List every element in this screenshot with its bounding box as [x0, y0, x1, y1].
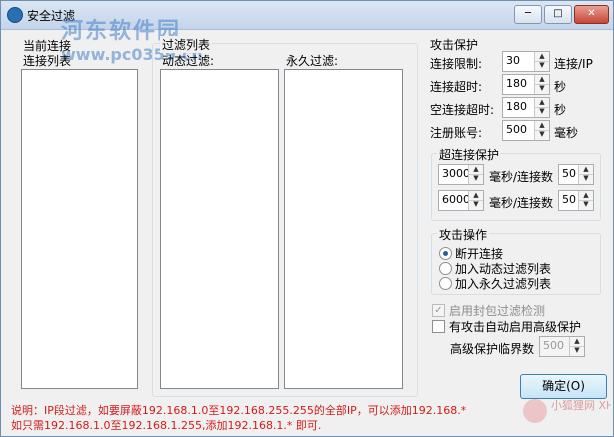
close-button[interactable]: ✕ [574, 5, 609, 24]
super-count-value-1: 50 [562, 167, 576, 180]
threshold-value: 500 [543, 339, 564, 352]
security-filter-window: 安全过滤 ─ □ ✕ 河东软件园 www.pc0359.cn 当前连接 连接列表… [0, 0, 614, 437]
register-account-spinner[interactable]: 500 ▲ ▼ [502, 120, 550, 141]
add-dynamic-radio[interactable] [439, 262, 452, 275]
super-ms-spinner-2[interactable]: 6000 ▲ ▼ [438, 190, 484, 211]
connection-list[interactable] [21, 69, 138, 389]
spin-down-icon[interactable]: ▼ [469, 174, 483, 183]
idle-timeout-unit: 秒 [554, 103, 567, 117]
maximize-button[interactable]: □ [544, 5, 572, 24]
super-ms-spinner-1[interactable]: 3000 ▲ ▼ [438, 164, 484, 185]
idle-timeout-label: 空连接超时: [430, 103, 495, 117]
connection-limit-spinner[interactable]: 30 ▲ ▼ [502, 51, 550, 72]
dynamic-filter-list[interactable] [160, 69, 279, 389]
super-count-spinner-1[interactable]: 50 ▲ ▼ [558, 164, 594, 185]
super-count-value-2: 50 [562, 193, 576, 206]
super-unit-label-2: 毫秒/连接数 [489, 196, 554, 210]
connection-limit-unit: 连接/IP [554, 57, 593, 71]
note-line-2: 如只需192.168.1.0至192.168.1.255,添加192.168.1… [11, 419, 322, 432]
add-permanent-radio[interactable] [439, 277, 452, 290]
connection-timeout-value: 180 [506, 77, 527, 90]
attack-protection-title: 攻击保护 [430, 38, 479, 52]
connection-timeout-spinner[interactable]: 180 ▲ ▼ [502, 74, 550, 95]
threshold-label: 高级保护临界数 [450, 342, 535, 356]
disconnect-radio[interactable] [439, 247, 452, 260]
packet-filter-label: 启用封包过滤检测 [449, 304, 546, 318]
add-permanent-label: 加入永久过滤列表 [455, 277, 552, 291]
threshold-spinner[interactable]: 500 ▲ ▼ [539, 336, 585, 357]
spin-down-icon[interactable]: ▼ [535, 130, 549, 139]
register-account-unit: 毫秒 [554, 126, 579, 140]
spin-down-icon[interactable]: ▼ [535, 61, 549, 70]
attack-action-title: 攻击操作 [437, 226, 490, 243]
super-ms-value-1: 3000 [442, 167, 470, 180]
spin-down-icon[interactable]: ▼ [570, 346, 584, 355]
connection-limit-label: 连接限制: [430, 57, 483, 71]
spin-down-icon[interactable]: ▼ [579, 174, 593, 183]
connection-list-label: 连接列表 [23, 54, 72, 68]
register-account-label: 注册账号: [430, 126, 483, 140]
spin-down-icon[interactable]: ▼ [535, 107, 549, 116]
auto-advanced-checkbox[interactable] [432, 320, 445, 333]
super-ms-value-2: 6000 [442, 193, 470, 206]
idle-timeout-spinner[interactable]: 180 ▲ ▼ [502, 97, 550, 118]
connection-timeout-label: 连接超时: [430, 80, 483, 94]
packet-filter-checkbox[interactable]: ✓ [432, 304, 445, 317]
connection-timeout-unit: 秒 [554, 80, 567, 94]
idle-timeout-value: 180 [506, 100, 527, 113]
spin-down-icon[interactable]: ▼ [535, 84, 549, 93]
filter-list-title: 过滤列表 [160, 36, 213, 53]
app-icon [7, 7, 23, 23]
fox-watermark-logo: 小狐狸网 XHLKS.CN [523, 398, 611, 423]
connection-limit-value: 30 [506, 54, 520, 67]
minimize-button[interactable]: ─ [514, 5, 542, 24]
register-account-value: 500 [506, 123, 527, 136]
permanent-filter-label: 永久过滤: [286, 54, 339, 68]
spin-down-icon[interactable]: ▼ [579, 200, 593, 209]
corner-watermark-text: 小狐狸网 XHLKS.CN [551, 398, 611, 412]
super-unit-label-1: 毫秒/连接数 [489, 170, 554, 184]
spin-down-icon[interactable]: ▼ [469, 200, 483, 209]
auto-advanced-label: 有攻击自动启用高级保护 [449, 320, 582, 334]
permanent-filter-list[interactable] [284, 69, 403, 389]
dynamic-filter-label: 动态过滤: [162, 54, 215, 68]
super-connection-title: 超连接保护 [437, 146, 502, 163]
note-line-1: 说明：IP段过滤，如要屏蔽192.168.1.0至192.168.255.255… [11, 404, 467, 417]
super-count-spinner-2[interactable]: 50 ▲ ▼ [558, 190, 594, 211]
